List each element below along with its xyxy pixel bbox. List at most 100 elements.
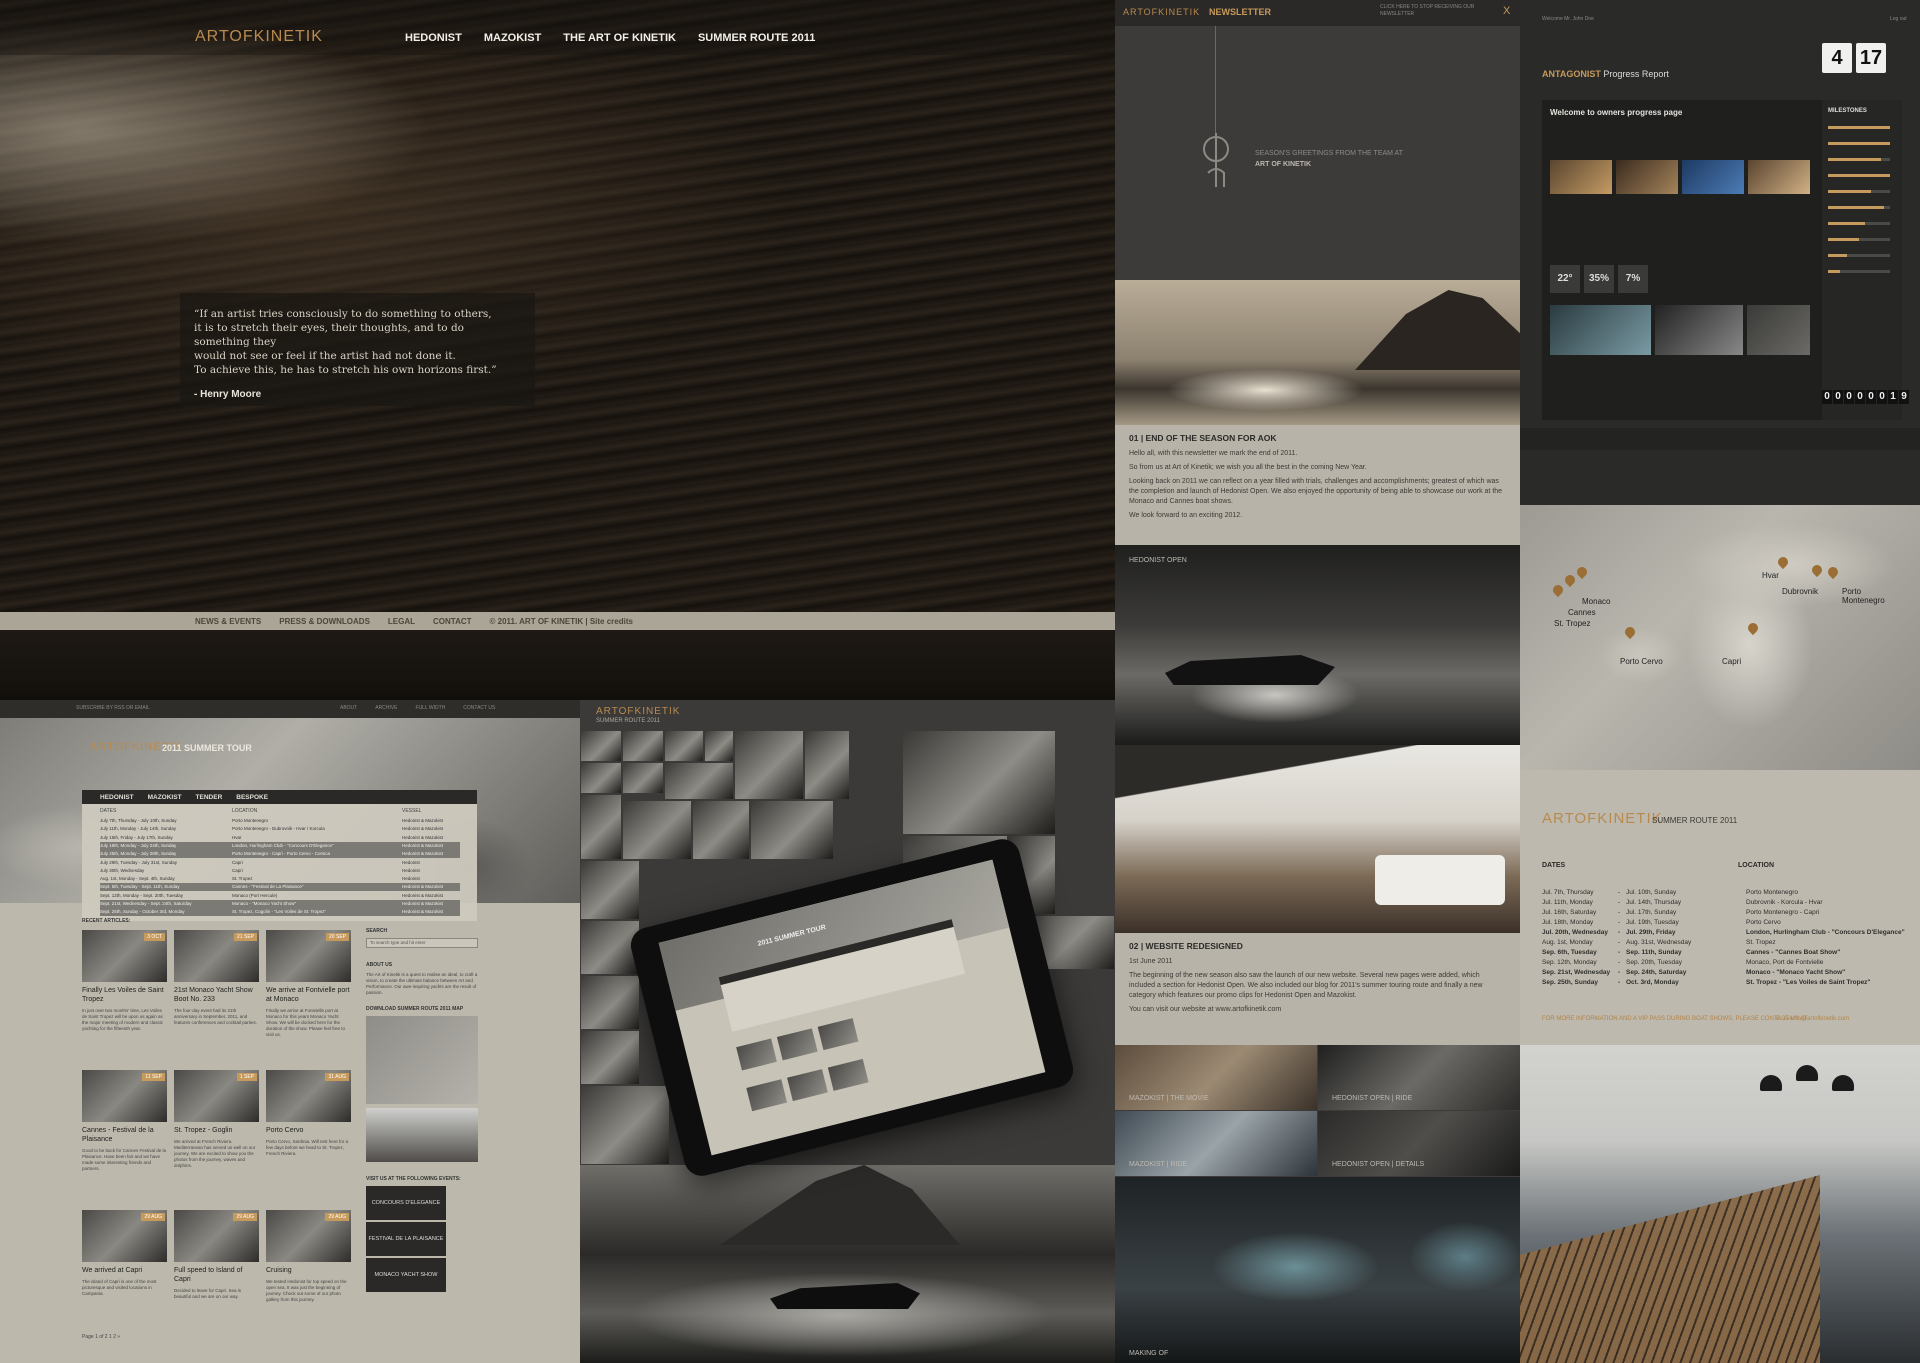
pagination[interactable]: Page 1 of 2 1 2 » <box>82 1334 120 1340</box>
article-image[interactable]: 29 AUG <box>174 1210 259 1262</box>
tab-tender[interactable]: TENDER <box>196 794 223 801</box>
article-image[interactable]: 20 SEP <box>266 930 351 982</box>
article-image[interactable]: 29 AUG <box>266 1210 351 1262</box>
article-title[interactable]: We arrive at Fontvielle port at Monaco <box>266 986 351 1004</box>
event-concours[interactable]: CONCOURS D'ELEGANCE <box>366 1186 446 1220</box>
route-logo[interactable]: ARTOFKINETIK <box>1542 810 1663 827</box>
nav-mazokist[interactable]: MAZOKIST <box>484 32 541 44</box>
route-dash: - <box>1617 888 1621 896</box>
search-input[interactable]: To search type and hit enter <box>366 938 478 948</box>
video-thumb-hedonist-ride[interactable]: HEDONIST OPEN | RIDE <box>1318 1045 1520 1110</box>
download-map-image[interactable] <box>366 1016 478 1104</box>
article-image[interactable]: 1 SEP <box>174 1070 259 1122</box>
gallery-photo[interactable] <box>664 762 734 800</box>
gallery-photo[interactable] <box>580 730 622 762</box>
map-pin-icon[interactable] <box>1577 567 1587 581</box>
gallery-photo[interactable] <box>704 730 734 762</box>
tab-bespoke[interactable]: BESPOKE <box>236 794 268 801</box>
gallery-photo[interactable] <box>622 730 664 762</box>
article-card[interactable]: 21 SEP 21st Monaco Yacht Show Boot No. 23… <box>174 930 259 1026</box>
gallery-photo[interactable] <box>580 975 640 1030</box>
thumbnail[interactable] <box>1654 305 1743 355</box>
thumbnail[interactable] <box>1550 160 1612 194</box>
gallery-photo[interactable] <box>750 800 834 860</box>
map-pin-icon[interactable] <box>1625 627 1635 641</box>
subscribe-link[interactable]: SUBSCRIBE BY RSS OR EMAIL <box>76 705 150 711</box>
city-label: Monaco <box>1582 597 1611 606</box>
thumbnail[interactable] <box>1748 160 1810 194</box>
article-image[interactable]: 11 SEP <box>82 1070 167 1122</box>
article-title[interactable]: Full speed to Island of Capri <box>174 1266 259 1284</box>
article-title[interactable]: Porto Cervo <box>266 1126 351 1135</box>
gallery-photo[interactable] <box>622 762 664 794</box>
download-label[interactable]: DOWNLOAD SUMMER ROUTE 2011 MAP <box>366 1006 478 1012</box>
gallery-photo[interactable] <box>580 1085 670 1165</box>
map-pin-icon[interactable] <box>1748 623 1758 637</box>
thumbnail[interactable] <box>1747 305 1810 355</box>
article-image[interactable]: 3 OCT <box>82 930 167 982</box>
footer-news-events[interactable]: NEWS & EVENTS <box>195 617 261 626</box>
gallery-photo[interactable] <box>580 794 622 860</box>
event-monaco[interactable]: MONACO YACHT SHOW <box>366 1258 446 1292</box>
article-image[interactable]: 31 AUG <box>266 1070 351 1122</box>
article-card[interactable]: 11 SEP Cannes - Festival de la Plaisance G… <box>82 1070 167 1172</box>
gallery-photo[interactable] <box>734 730 804 800</box>
article-card[interactable]: 29 AUG We arrived at Capri The island of C… <box>82 1210 167 1297</box>
gallery-photo[interactable] <box>664 730 704 762</box>
video-thumb-mazokist-movie[interactable]: MAZOKIST | THE MOVIE <box>1115 1045 1317 1110</box>
article-card[interactable]: 29 AUG Cruising We tested Hedonist for top… <box>266 1210 351 1303</box>
nav-summer-route[interactable]: SUMMER ROUTE 2011 <box>698 32 815 44</box>
hero-logo[interactable]: ARTOFKINETIK <box>195 28 323 46</box>
gallery-photo[interactable] <box>692 800 750 860</box>
article-card[interactable]: 20 SEP We arrive at Fontvielle port at Mo… <box>266 930 351 1038</box>
footer-contact[interactable]: CONTACT <box>433 617 472 626</box>
link-full-width[interactable]: FULL WIDTH <box>415 705 445 711</box>
map-pin-icon[interactable] <box>1553 585 1563 599</box>
article-card[interactable]: 29 AUG Full speed to Island of Capri Decid… <box>174 1210 259 1300</box>
article-title[interactable]: Cruising <box>266 1266 351 1275</box>
tab-mazokist[interactable]: MAZOKIST <box>148 794 182 801</box>
close-icon[interactable]: X <box>1503 5 1510 17</box>
gallery-photo[interactable] <box>902 730 1056 835</box>
article-title[interactable]: St. Tropez - Goglin <box>174 1126 259 1135</box>
gallery-photo[interactable] <box>804 730 850 800</box>
route-email-link[interactable]: E. events@artofkinetik.com <box>1776 1016 1849 1022</box>
map-pin-icon[interactable] <box>1812 565 1822 579</box>
gallery-photo[interactable] <box>622 800 692 860</box>
article-image[interactable]: 29 AUG <box>82 1210 167 1262</box>
article-title[interactable]: Cannes - Festival de la Plaisance <box>82 1126 167 1144</box>
logout-link[interactable]: Log out <box>1890 16 1907 22</box>
nav-hedonist[interactable]: HEDONIST <box>405 32 462 44</box>
gallery-logo[interactable]: ARTOFKINETIK <box>596 706 680 717</box>
thumbnail[interactable] <box>1682 160 1744 194</box>
nav-art-of-kinetik[interactable]: THE ART OF KINETIK <box>563 32 676 44</box>
article-title[interactable]: 21st Monaco Yacht Show Boot No. 233 <box>174 986 259 1004</box>
article-card[interactable]: 1 SEP St. Tropez - Goglin We arrived at Fr… <box>174 1070 259 1169</box>
video-thumb-mazokist-ride[interactable]: MAZOKIST | RIDE <box>1115 1111 1317 1176</box>
map-pin-icon[interactable] <box>1778 557 1788 571</box>
article-card[interactable]: 3 OCT Finally Les Voiles de Saint Tropez I… <box>82 930 167 1032</box>
video-thumb-hedonist-details[interactable]: HEDONIST OPEN | DETAILS <box>1318 1111 1520 1176</box>
link-contact[interactable]: CONTACT US <box>463 705 495 711</box>
footer-legal[interactable]: LEGAL <box>388 617 415 626</box>
article-image[interactable]: 21 SEP <box>174 930 259 982</box>
thumbnail[interactable] <box>1616 160 1678 194</box>
event-festival[interactable]: FESTIVAL DE LA PLAISANCE <box>366 1222 446 1256</box>
link-archive[interactable]: ARCHIVE <box>375 705 397 711</box>
article-card[interactable]: 31 AUG Porto Cervo Porto Cervo, Sardinia. … <box>266 1070 351 1157</box>
unsubscribe-link[interactable]: CLICK HERE TO STOP RECEIVING OUR NEWSLET… <box>1380 4 1480 18</box>
article-title[interactable]: Finally Les Voiles de Saint Tropez <box>82 986 167 1004</box>
map-pin-icon[interactable] <box>1565 575 1575 589</box>
gallery-photo[interactable] <box>580 762 622 794</box>
footer-press-downloads[interactable]: PRESS & DOWNLOADS <box>279 617 370 626</box>
tab-hedonist[interactable]: HEDONIST <box>100 794 134 801</box>
footer-copyright[interactable]: © 2011. ART OF KINETIK | Site credits <box>490 617 633 626</box>
newsletter-logo[interactable]: ARTOFKINETIK <box>1123 7 1200 17</box>
gallery-photo[interactable] <box>580 1030 640 1085</box>
map-pin-icon[interactable] <box>1828 567 1838 581</box>
article-title[interactable]: We arrived at Capri <box>82 1266 167 1275</box>
gallery-photo[interactable] <box>580 860 640 920</box>
thumbnail[interactable] <box>1550 305 1651 355</box>
milestone-progress-fill <box>1828 254 1847 257</box>
link-about[interactable]: ABOUT <box>340 705 357 711</box>
